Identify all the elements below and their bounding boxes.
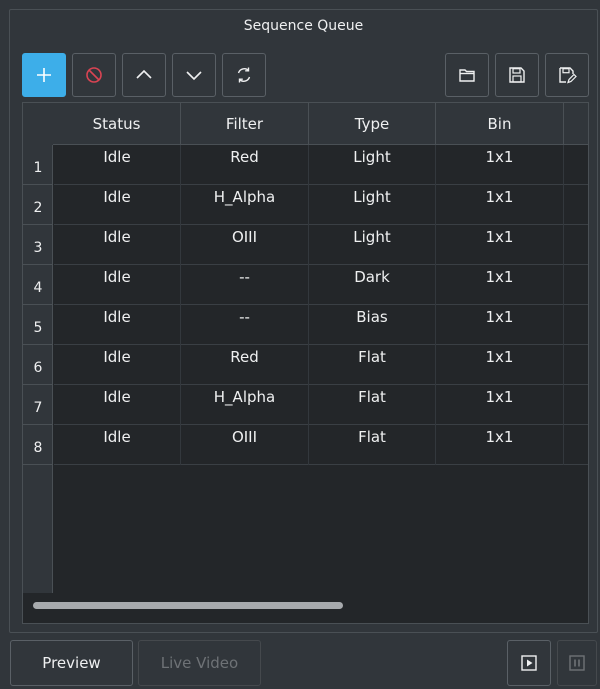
table-row[interactable]: Idle -- Dark 1x1 [54, 265, 588, 305]
add-job-button[interactable] [22, 53, 66, 97]
bin-cell[interactable]: 1x1 [436, 265, 564, 305]
status-cell[interactable]: Idle [54, 305, 181, 345]
status-cell[interactable]: Idle [54, 265, 181, 305]
type-cell[interactable]: Dark [309, 265, 436, 305]
preview-button[interactable]: Preview [10, 640, 133, 686]
type-cell[interactable]: Light [309, 185, 436, 225]
bin-cell[interactable]: 1x1 [436, 225, 564, 265]
column-header-filter[interactable]: Filter [181, 103, 309, 145]
table-row[interactable]: Idle H_Alpha Light 1x1 [54, 185, 588, 225]
bin-cell[interactable]: 1x1 [436, 305, 564, 345]
table-row[interactable]: Idle OIII Light 1x1 [54, 225, 588, 265]
type-cell[interactable]: Light [309, 225, 436, 265]
horizontal-scrollbar[interactable] [33, 602, 343, 609]
table-row[interactable]: Idle H_Alpha Flat 1x1 [54, 385, 588, 425]
chevron-down-icon [186, 71, 202, 81]
row-header-column: 1 2 3 4 5 6 7 8 [23, 145, 53, 593]
type-cell[interactable]: Light [309, 145, 436, 185]
filter-cell[interactable]: OIII [181, 225, 309, 265]
filter-cell[interactable]: -- [181, 305, 309, 345]
table-row[interactable]: Idle Red Flat 1x1 [54, 345, 588, 385]
filter-cell[interactable]: H_Alpha [181, 185, 309, 225]
table-header: Status Filter Type Bin [23, 103, 588, 145]
bin-cell[interactable]: 1x1 [436, 385, 564, 425]
table-row[interactable]: Idle -- Bias 1x1 [54, 305, 588, 345]
column-header-bin[interactable]: Bin [436, 103, 564, 145]
bin-cell[interactable]: 1x1 [436, 145, 564, 185]
table-row[interactable]: Idle OIII Flat 1x1 [54, 425, 588, 465]
remove-icon [86, 67, 102, 83]
start-sequence-button[interactable] [507, 640, 551, 686]
reset-button[interactable] [222, 53, 266, 97]
status-cell[interactable]: Idle [54, 345, 181, 385]
chevron-up-icon [136, 69, 152, 79]
row-number[interactable]: 2 [23, 185, 53, 225]
move-up-button[interactable] [122, 53, 166, 97]
row-number[interactable]: 6 [23, 345, 53, 385]
status-cell[interactable]: Idle [54, 185, 181, 225]
reset-icon [237, 67, 251, 83]
pause-icon [569, 655, 585, 671]
bottom-bar: Preview Live Video [0, 634, 600, 689]
table-corner [23, 103, 53, 145]
table-row[interactable]: Idle Red Light 1x1 [54, 145, 588, 185]
folder-open-icon [459, 69, 475, 82]
status-cell[interactable]: Idle [54, 425, 181, 465]
open-queue-button[interactable] [445, 53, 489, 97]
row-number[interactable]: 1 [23, 145, 53, 185]
add-icon [37, 68, 51, 82]
move-down-button[interactable] [172, 53, 216, 97]
status-cell[interactable]: Idle [54, 145, 181, 185]
filter-cell[interactable]: Red [181, 345, 309, 385]
save-icon [509, 67, 525, 83]
filter-cell[interactable]: Red [181, 145, 309, 185]
save-queue-as-button[interactable] [545, 53, 589, 97]
type-cell[interactable]: Bias [309, 305, 436, 345]
row-number[interactable]: 4 [23, 265, 53, 305]
bin-cell[interactable]: 1x1 [436, 345, 564, 385]
row-number[interactable]: 7 [23, 385, 53, 425]
filter-cell[interactable]: OIII [181, 425, 309, 465]
type-cell[interactable]: Flat [309, 425, 436, 465]
play-icon [521, 655, 537, 671]
save-queue-button[interactable] [495, 53, 539, 97]
save-as-icon [559, 67, 577, 84]
queue-table: Status Filter Type Bin 1 2 3 4 5 6 7 8 I… [22, 102, 589, 624]
bin-cell[interactable]: 1x1 [436, 185, 564, 225]
filter-cell[interactable]: H_Alpha [181, 385, 309, 425]
remove-job-button[interactable] [72, 53, 116, 97]
row-number[interactable]: 8 [23, 425, 53, 465]
bin-cell[interactable]: 1x1 [436, 425, 564, 465]
live-video-button[interactable]: Live Video [138, 640, 261, 686]
panel-title: Sequence Queue [243, 18, 364, 34]
status-cell[interactable]: Idle [54, 385, 181, 425]
status-cell[interactable]: Idle [54, 225, 181, 265]
row-number[interactable]: 3 [23, 225, 53, 265]
filter-cell[interactable]: -- [181, 265, 309, 305]
pause-sequence-button[interactable] [557, 640, 597, 686]
column-header-status[interactable]: Status [53, 103, 181, 145]
row-number[interactable]: 5 [23, 305, 53, 345]
type-cell[interactable]: Flat [309, 345, 436, 385]
column-header-type[interactable]: Type [309, 103, 436, 145]
type-cell[interactable]: Flat [309, 385, 436, 425]
